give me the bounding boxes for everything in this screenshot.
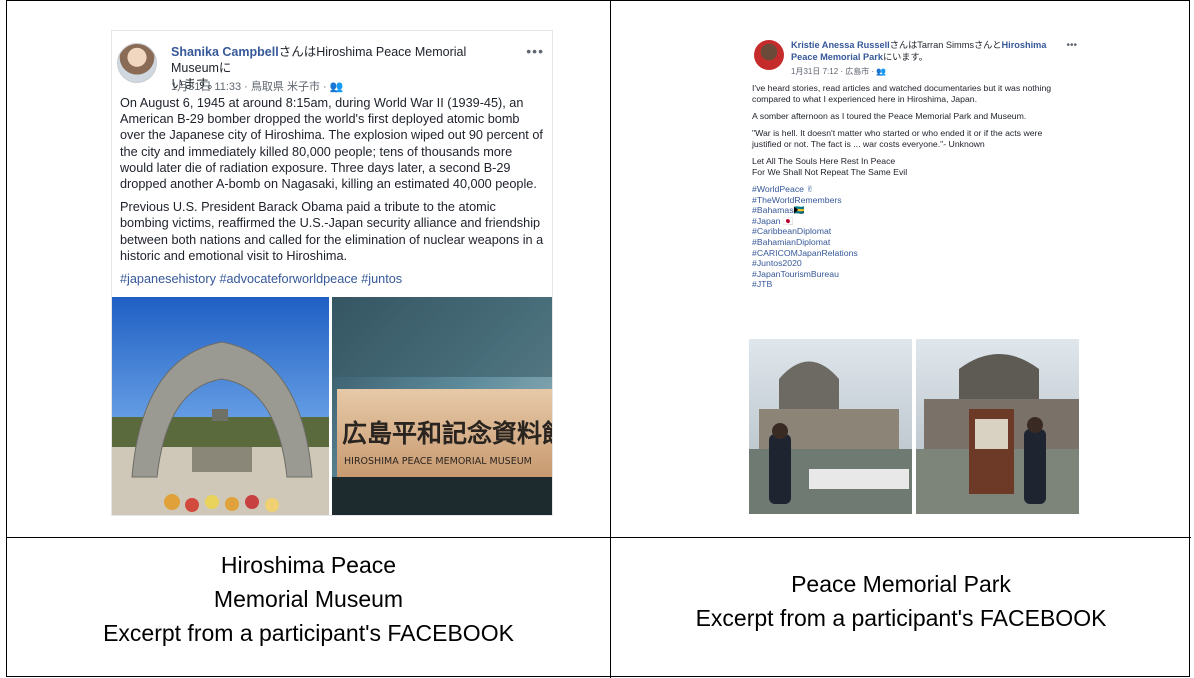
post-line: For We Shall Not Repeat The Same Evil <box>752 167 908 177</box>
post-photos[interactable] <box>749 339 1079 514</box>
caption-line: Excerpt from a participant's FACEBOOK <box>695 605 1107 631</box>
dome-photo-right <box>916 339 1079 514</box>
facebook-post-museum: Shanika CampbellさんはHiroshima Peace Memor… <box>112 31 552 515</box>
post-paragraph: On August 6, 1945 at around 8:15am, duri… <box>120 96 543 192</box>
hashtag[interactable]: #BahamianDiplomat <box>752 237 1072 248</box>
cell-park-post: Kristie Anessa RussellさんはTarran Simmsさんと… <box>611 1 1191 538</box>
hashtag[interactable]: #Bahamas🇧🇸 <box>752 205 1072 216</box>
post-photos[interactable]: 広島平和記念資料館 HIROSHIMA PEACE MEMORIAL MUSEU… <box>112 297 552 515</box>
author-name[interactable]: Kristie Anessa Russell <box>791 40 890 50</box>
caption-cell-right: Peace Memorial Park Excerpt from a parti… <box>611 538 1191 678</box>
post-line: Let All The Souls Here Rest In Peace <box>752 156 896 166</box>
hashtag[interactable]: #Juntos2020 <box>752 258 1072 269</box>
post-author-line: Kristie Anessa RussellさんはTarran Simmsさんと… <box>791 40 1061 63</box>
hashtag[interactable]: #Japan 🇯🇵 <box>752 216 1072 227</box>
caption-line: Peace Memorial Park <box>791 571 1011 597</box>
hashtag[interactable]: #CaribbeanDiplomat <box>752 226 1072 237</box>
dome-photo-left <box>749 339 912 514</box>
post-body: On August 6, 1945 at around 8:15am, duri… <box>112 91 552 287</box>
document-table: Shanika CampbellさんはHiroshima Peace Memor… <box>6 0 1191 678</box>
post-paragraph: I've heard stories, read articles and wa… <box>752 83 1052 104</box>
museum-sign-photo: 広島平和記念資料館 HIROSHIMA PEACE MEMORIAL MUSEU… <box>332 297 552 515</box>
caption-cell-left: Hiroshima Peace Memorial Museum Excerpt … <box>7 538 611 678</box>
hashtag[interactable]: #JTB <box>752 279 1072 290</box>
caption-line: Hiroshima Peace <box>220 552 397 578</box>
hashtag[interactable]: #WorldPeace ✌ <box>752 184 1072 195</box>
hashtag[interactable]: #JapanTourismBureau <box>752 269 1072 280</box>
sign-japanese-text: 広島平和記念資料館 <box>342 419 552 448</box>
caption-line: Memorial Museum <box>213 586 404 612</box>
facebook-post-park: Kristie Anessa RussellさんはTarran Simmsさんと… <box>749 36 1079 514</box>
checkin-end: にいます。 <box>882 51 928 62</box>
post-paragraph: Let All The Souls Here Rest In Peace For… <box>752 156 1072 178</box>
post-paragraph: Previous U.S. President Barack Obama pai… <box>120 200 544 263</box>
caption-line: Excerpt from a participant's FACEBOOK <box>103 620 514 646</box>
more-options-icon[interactable]: ••• <box>1066 40 1077 51</box>
caption-right: Peace Memorial Park Excerpt from a parti… <box>611 567 1191 635</box>
post-meta: 1月31日 7:12 · 広島市 · 👥 <box>791 67 887 76</box>
post-meta: 1月31日 11:33 · 鳥取県 米子市 · 👥 <box>171 81 344 93</box>
more-options-icon[interactable]: ••• <box>526 43 544 59</box>
post-header: Shanika CampbellさんはHiroshima Peace Memor… <box>112 31 552 93</box>
sign-english-text: HIROSHIMA PEACE MEMORIAL MUSEUM <box>344 456 532 467</box>
cenotaph-photo <box>112 297 329 515</box>
author-name[interactable]: Shanika Campbell <box>171 45 279 59</box>
post-paragraph: "War is hell. It doesn't matter who star… <box>752 128 1043 149</box>
avatar[interactable] <box>754 40 784 70</box>
hashtag-list: #WorldPeace ✌ #TheWorldRemembers #Bahama… <box>752 184 1072 290</box>
hashtag[interactable]: #CARICOMJapanRelations <box>752 248 1072 259</box>
caption-left: Hiroshima Peace Memorial Museum Excerpt … <box>7 548 610 650</box>
checkin-text: さんはTarran Simmsさんと <box>889 40 1002 50</box>
cell-museum-post: Shanika CampbellさんはHiroshima Peace Memor… <box>7 1 611 538</box>
post-paragraph: A somber afternoon as I toured the Peace… <box>752 111 1027 121</box>
hashtag[interactable]: #TheWorldRemembers <box>752 195 1072 206</box>
avatar[interactable] <box>117 43 157 83</box>
hashtags[interactable]: #japanesehistory #advocateforworldpeace … <box>120 271 546 287</box>
post-body: I've heard stories, read articles and wa… <box>752 83 1072 290</box>
